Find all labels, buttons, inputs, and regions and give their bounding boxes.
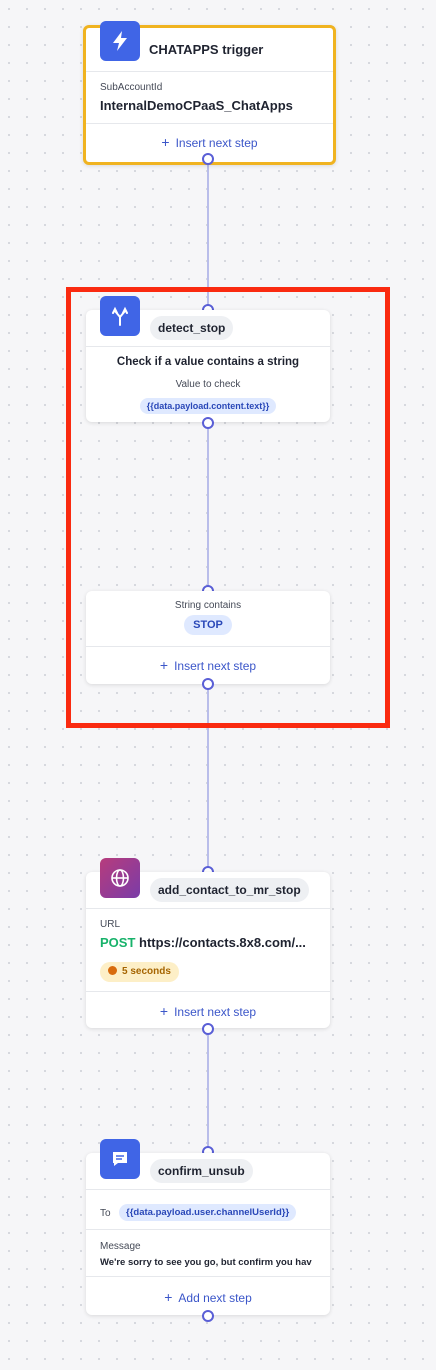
http-method: POST: [100, 935, 136, 950]
output-port[interactable]: [202, 1310, 214, 1322]
insert-next-step-button[interactable]: + Insert next step: [86, 134, 333, 150]
trigger-title: CHATAPPS trigger: [149, 42, 264, 57]
confirm-unsub-card[interactable]: confirm_unsub To {{data.payload.user.cha…: [86, 1139, 330, 1315]
output-port[interactable]: [202, 153, 214, 165]
step-name: add_contact_to_mr_stop: [150, 878, 309, 902]
add-next-step-button[interactable]: + Add next step: [86, 1289, 330, 1305]
step-name: detect_stop: [150, 316, 234, 340]
url-line: POST https://contacts.8x8.com/...: [100, 935, 322, 950]
output-port[interactable]: [202, 417, 214, 429]
globe-icon: [100, 858, 140, 898]
insert-next-step-button[interactable]: + Insert next step: [86, 657, 330, 673]
trigger-card[interactable]: CHATAPPS trigger SubAccountId InternalDe…: [83, 21, 336, 165]
message-label: Message: [100, 1241, 141, 1252]
url-label: URL: [100, 919, 121, 930]
add-contact-card[interactable]: add_contact_to_mr_stop URL POST https://…: [86, 858, 330, 1028]
message-preview: We're sorry to see you go, but confirm y…: [100, 1257, 312, 1268]
detect-stop-card[interactable]: detect_stop Check if a value contains a …: [86, 296, 330, 422]
value-label: Value to check: [175, 379, 241, 390]
branch-label: String contains: [174, 600, 242, 611]
timer-icon: [108, 966, 117, 975]
lightning-icon: [100, 21, 140, 61]
step-name: confirm_unsub: [150, 1159, 253, 1183]
url-value: https://contacts.8x8.com/...: [139, 935, 306, 950]
output-port[interactable]: [202, 678, 214, 690]
connector-line: [207, 1032, 209, 1150]
to-value-tag: {{data.payload.user.channelUserId}}: [119, 1204, 297, 1221]
output-port[interactable]: [202, 1023, 214, 1035]
timeout-badge: 5 seconds: [100, 962, 179, 982]
insert-next-step-button[interactable]: + Insert next step: [86, 1003, 330, 1019]
step-description: Check if a value contains a string: [116, 356, 300, 368]
chat-icon: [100, 1139, 140, 1179]
field-value: InternalDemoCPaaS_ChatApps: [100, 98, 293, 113]
branch-card[interactable]: String contains STOP + Insert next step: [86, 591, 330, 684]
branch-value: STOP: [184, 615, 232, 635]
value-tag: {{data.payload.content.text}}: [139, 398, 277, 414]
field-label: SubAccountId: [100, 82, 163, 93]
to-label: To: [100, 1208, 111, 1219]
branch-icon: [100, 296, 140, 336]
